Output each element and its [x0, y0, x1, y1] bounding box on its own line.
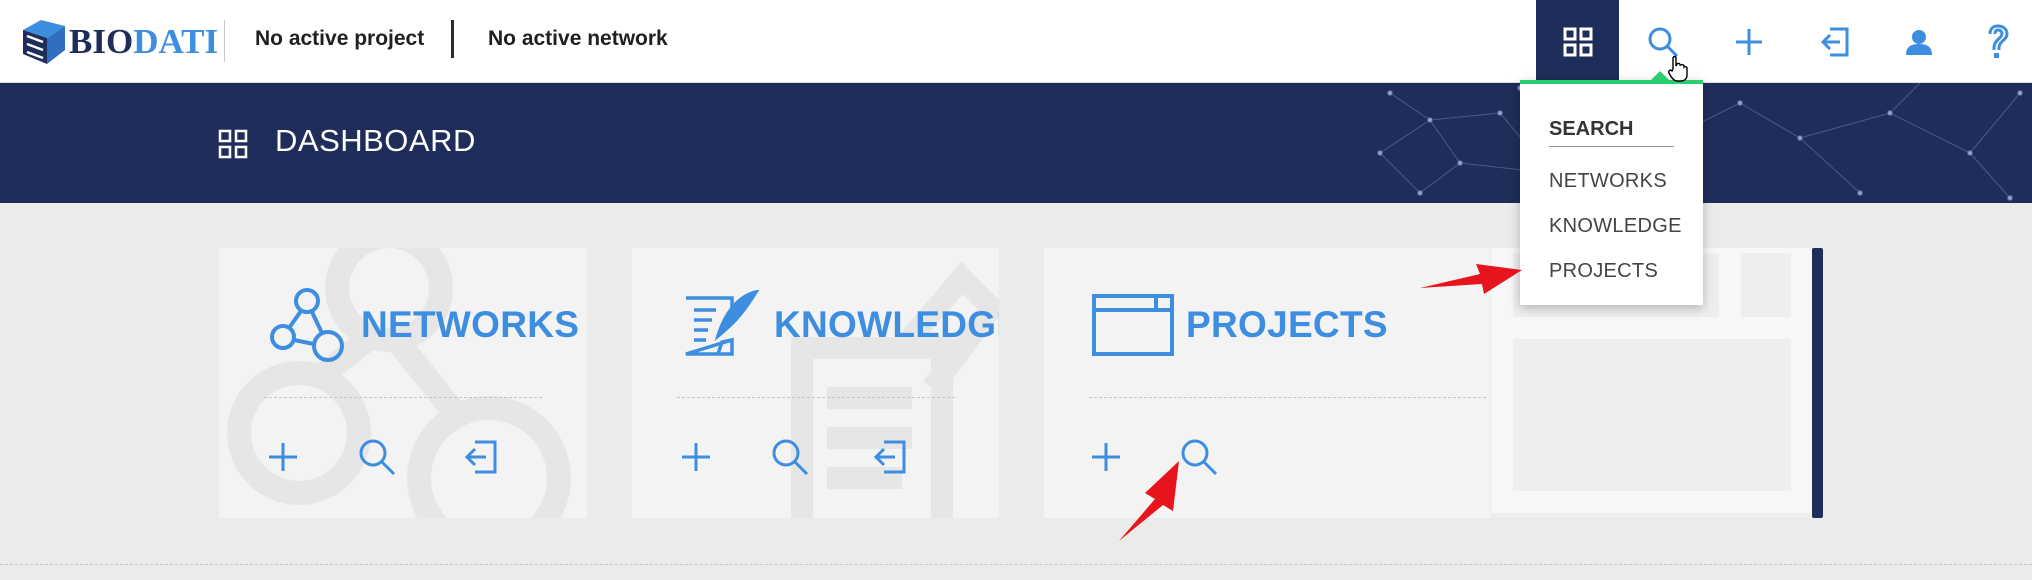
user-icon — [1905, 29, 1932, 55]
network-graph-icon — [270, 288, 344, 362]
heading-underline — [1549, 146, 1674, 147]
networks-card-title[interactable]: NETWORKS — [361, 304, 579, 346]
top-bar: BIODATI No active project No active netw… — [0, 0, 2032, 83]
search-icon — [1648, 27, 1678, 57]
active-project-label[interactable]: No active project — [255, 27, 424, 51]
nav-add-button[interactable] — [1707, 0, 1790, 83]
import-icon — [1820, 27, 1848, 56]
plus-icon — [1735, 28, 1762, 55]
card-divider — [1089, 397, 1486, 398]
import-icon — [464, 440, 497, 474]
card-divider — [677, 397, 955, 398]
nav-dashboard-button[interactable] — [1536, 0, 1619, 83]
page-title: DASHBOARD — [275, 123, 476, 158]
search-icon — [772, 439, 809, 476]
divider — [451, 20, 454, 58]
knowledge-import-button[interactable] — [865, 433, 913, 481]
nav-import-button[interactable] — [1792, 0, 1875, 83]
carousel-scrollbar[interactable] — [1812, 248, 1823, 518]
dropdown-heading: SEARCH — [1549, 118, 1634, 140]
hand-cursor-icon — [1668, 55, 1688, 82]
logo-wordmark: BIODATI — [69, 22, 219, 61]
networks-card: NETWORKS — [219, 248, 587, 518]
search-menu-item-projects[interactable]: PROJECTS — [1549, 260, 1658, 283]
plus-icon — [269, 443, 297, 471]
annotation-arrow-right-icon — [1420, 264, 1522, 294]
annotation-arrow-up-icon — [1119, 461, 1179, 541]
card-divider — [264, 397, 542, 398]
document-quill-icon — [685, 290, 760, 356]
knowledge-add-button[interactable] — [672, 433, 720, 481]
dashboard-header-band: DASHBOARD — [0, 83, 2032, 203]
knowledge-search-button[interactable] — [766, 433, 814, 481]
search-icon — [359, 439, 396, 476]
networks-add-button[interactable] — [259, 433, 307, 481]
networks-import-button[interactable] — [456, 433, 504, 481]
search-dropdown-menu: SEARCH NETWORKS KNOWLEDGE PROJECTS — [1520, 71, 1703, 305]
projects-card-title[interactable]: PROJECTS — [1186, 304, 1388, 346]
nav-user-button[interactable] — [1877, 0, 1960, 83]
logo-cube-icon — [23, 20, 65, 64]
knowledge-card-title[interactable]: KNOWLEDGE — [774, 304, 999, 346]
divider — [224, 20, 225, 62]
search-menu-item-networks[interactable]: NETWORKS — [1549, 170, 1667, 193]
browser-window-icon — [1092, 294, 1174, 356]
networks-search-button[interactable] — [353, 433, 401, 481]
dashboard-icon — [1563, 27, 1592, 56]
nav-help-button[interactable] — [1963, 0, 2032, 83]
active-network-label[interactable]: No active network — [488, 27, 668, 51]
dashboard-icon — [218, 129, 248, 159]
biodati-logo[interactable]: BIODATI — [19, 14, 218, 70]
plus-icon — [682, 443, 710, 471]
import-icon — [873, 440, 906, 474]
help-icon — [1988, 23, 2009, 58]
section-divider — [0, 564, 2032, 565]
knowledge-card: KNOWLEDGE — [632, 248, 999, 518]
search-menu-item-knowledge[interactable]: KNOWLEDGE — [1549, 215, 1682, 238]
